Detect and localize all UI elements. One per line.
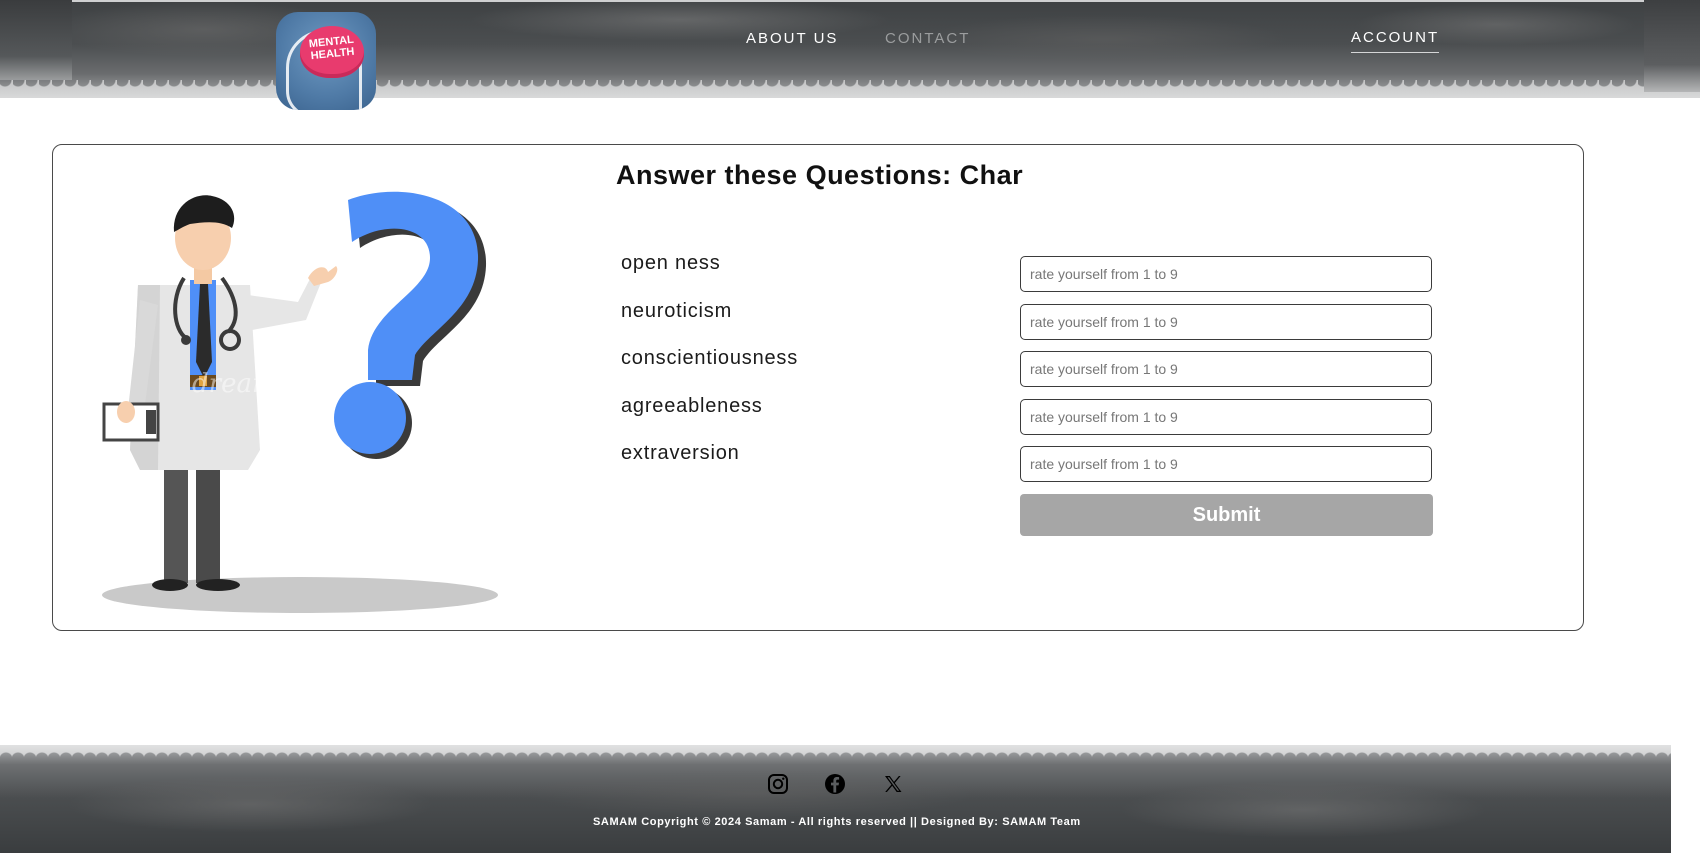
mental-health-logo[interactable]: MENTAL HEALTH (276, 12, 376, 110)
extraversion-rating-input[interactable] (1020, 446, 1432, 482)
header-banner-right-edge (1644, 0, 1700, 92)
footer-banner (0, 745, 1671, 853)
facebook-icon[interactable] (823, 772, 847, 796)
submit-button[interactable]: Submit (1020, 494, 1433, 536)
header-banner-left-edge (0, 0, 72, 80)
footer-copyright: SAMAM Copyright © 2024 Samam - All right… (593, 816, 1081, 828)
question-label-neuroticism: neuroticism (621, 300, 733, 322)
neuroticism-rating-input[interactable] (1020, 304, 1432, 340)
x-twitter-icon[interactable] (881, 772, 905, 796)
question-mark-icon (334, 191, 487, 459)
doctor-question-illustration: dreamstime (102, 191, 498, 613)
instagram-icon[interactable] (766, 772, 790, 796)
openness-rating-input[interactable] (1020, 256, 1432, 292)
conscientiousness-rating-input[interactable] (1020, 351, 1432, 387)
header-top-edge (72, 0, 1644, 2)
nav-account[interactable]: ACCOUNT (1351, 29, 1440, 53)
header-banner (0, 0, 1700, 98)
nav-contact[interactable]: CONTACT (885, 30, 970, 47)
nav-about-us[interactable]: ABOUT US (746, 30, 838, 47)
question-label-conscientiousness: conscientiousness (621, 347, 799, 369)
question-label-agreeableness: agreeableness (621, 395, 763, 417)
page-title: Answer these Questions: Char (616, 160, 1024, 190)
agreeableness-rating-input[interactable] (1020, 399, 1432, 435)
question-label-extraversion: extraversion (621, 442, 740, 464)
watermark-text: dreamstime (192, 369, 349, 399)
question-label-openness: open ness (621, 252, 721, 274)
